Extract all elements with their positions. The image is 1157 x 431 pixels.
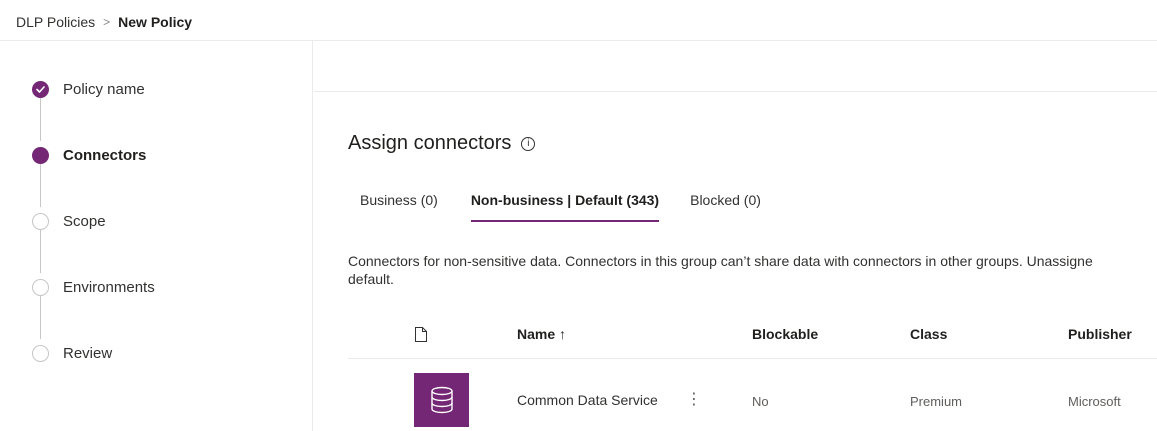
breadcrumb: DLP Policies > New Policy	[16, 12, 192, 32]
step-environments[interactable]: Environments	[32, 277, 155, 297]
column-header-blockable[interactable]: Blockable	[752, 326, 818, 342]
step-scope[interactable]: Scope	[32, 211, 106, 231]
table-header-divider	[348, 358, 1157, 359]
step-review[interactable]: Review	[32, 343, 112, 363]
breadcrumb-separator: >	[103, 15, 111, 29]
tab-non-business[interactable]: Non-business | Default (343)	[470, 192, 660, 222]
column-header-publisher[interactable]: Publisher	[1068, 326, 1132, 342]
step-policy-name[interactable]: Policy name	[32, 79, 145, 99]
connector-name[interactable]: Common Data Service	[517, 392, 680, 408]
connector-publisher: Microsoft	[1068, 394, 1121, 409]
checkmark-icon	[32, 80, 49, 98]
step-label: Scope	[63, 212, 106, 230]
content-divider	[314, 91, 1157, 92]
breadcrumb-dlp-policies-link[interactable]: DLP Policies	[16, 14, 95, 30]
file-icon	[415, 327, 427, 342]
step-connector-line	[40, 230, 41, 273]
step-label: Review	[63, 344, 113, 362]
step-connectors[interactable]: Connectors	[32, 145, 146, 165]
pending-step-icon	[32, 212, 49, 230]
description-line: default.	[348, 271, 394, 287]
wizard-stepper: Policy name Connectors Scope Environment…	[0, 41, 313, 431]
step-label: Connectors	[63, 146, 147, 164]
current-step-icon	[32, 146, 49, 164]
step-label: Policy name	[63, 80, 145, 98]
connector-blockable: No	[752, 394, 769, 409]
column-header-class[interactable]: Class	[910, 326, 947, 342]
step-connector-line	[40, 296, 41, 339]
pending-step-icon	[32, 344, 49, 362]
description-line: Connectors for non-sensitive data. Conne…	[348, 253, 1093, 269]
database-icon	[414, 373, 469, 427]
page-title: Assign connectors i	[348, 132, 536, 155]
step-connector-line	[40, 164, 41, 207]
step-connector-line	[40, 98, 41, 141]
pending-step-icon	[32, 278, 49, 296]
tab-business[interactable]: Business (0)	[360, 192, 438, 212]
breadcrumb-current: New Policy	[118, 14, 193, 30]
column-header-name[interactable]: Name ↑	[517, 326, 566, 342]
connector-class: Premium	[910, 394, 963, 409]
step-label: Environments	[63, 278, 155, 296]
tab-blocked[interactable]: Blocked (0)	[690, 192, 761, 212]
more-options-icon[interactable]: ⋮	[686, 389, 702, 409]
page-title-text: Assign connectors	[348, 132, 512, 154]
info-icon[interactable]: i	[521, 136, 536, 151]
group-description: Connectors for non-sensitive data. Conne…	[348, 252, 1157, 288]
connector-group-tabs: Business (0) Non-business | Default (343…	[348, 192, 761, 222]
